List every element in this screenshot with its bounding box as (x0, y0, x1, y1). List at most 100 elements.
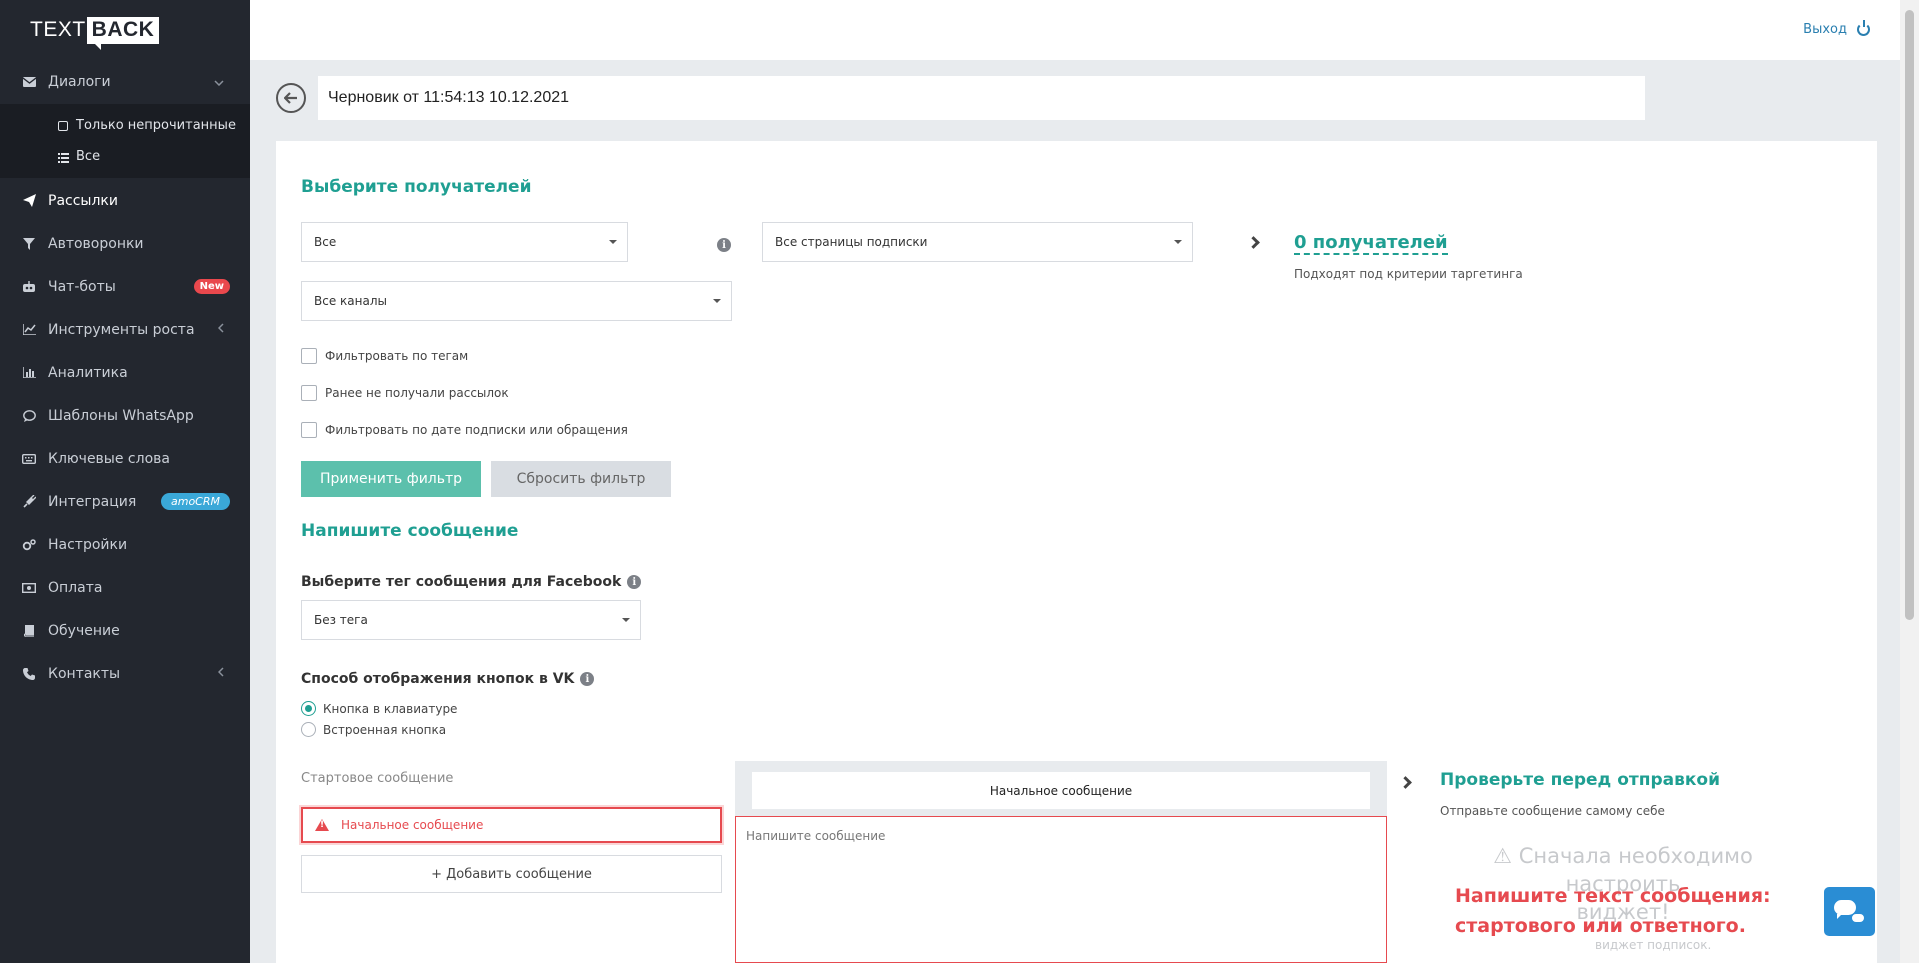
checkbox-label: Ранее не получали рассылок (325, 386, 509, 400)
robot-icon (22, 280, 36, 294)
info-icon[interactable]: i (580, 672, 595, 686)
logo-text-right: BACK (86, 16, 160, 50)
chevron-down-icon (214, 76, 224, 89)
validation-note: Напишите текст сообщения: стартового или… (1455, 881, 1771, 941)
reset-filter-button[interactable]: Сбросить фильтр (491, 461, 671, 497)
caret-down-icon (622, 618, 630, 622)
topbar: Выход (250, 0, 1900, 60)
sidebar-item-autofunnels[interactable]: Автоворонки (0, 222, 250, 265)
sidebar-item-label: Шаблоны WhatsApp (48, 407, 194, 424)
fb-tag-label: Выберите тег сообщения для Facebook i (301, 574, 642, 590)
sidebar-item-settings[interactable]: Настройки (0, 523, 250, 566)
radio-label: Кнопка в клавиатуре (323, 701, 458, 716)
draft-title-input[interactable] (318, 76, 1645, 120)
caret-down-icon (1174, 240, 1182, 244)
sidebar-item-label: Обучение (48, 622, 120, 639)
initial-message-item[interactable]: Начальное сообщение (301, 807, 722, 843)
vk-inline-radio[interactable]: Встроенная кнопка (301, 722, 446, 737)
preview-heading: Проверьте перед отправкой (1440, 770, 1721, 790)
sidebar-item-label: Рассылки (48, 192, 118, 209)
envelope-icon (22, 75, 36, 89)
message-textarea[interactable]: Напишите сообщение (735, 816, 1387, 963)
paper-plane-icon (22, 194, 36, 208)
line-chart-icon (22, 323, 36, 337)
sidebar-item-label: Аналитика (48, 364, 128, 381)
recipients-heading: Выберите получателей (301, 177, 532, 197)
sidebar-subitem-all[interactable]: Все (0, 141, 250, 172)
checkbox[interactable] (301, 422, 317, 438)
preview-subheading: Отправьте сообщение самому себе (1440, 804, 1665, 818)
fb-tag-select[interactable]: Без тега (301, 600, 641, 640)
sidebar-item-whatsapp-templates[interactable]: Шаблоны WhatsApp (0, 394, 250, 437)
support-chat-button[interactable] (1824, 887, 1875, 936)
sidebar-subitem-label: Только непрочитанные (76, 118, 236, 133)
apply-filter-button[interactable]: Применить фильтр (301, 461, 481, 497)
info-icon[interactable]: i (627, 575, 642, 589)
sidebar-item-contacts[interactable]: Контакты (0, 652, 250, 695)
filter-date-checkbox[interactable]: Фильтровать по дате подписки или обращен… (301, 422, 628, 438)
never-received-checkbox[interactable]: Ранее не получали рассылок (301, 385, 509, 401)
sidebar-item-label: Автоворонки (48, 235, 144, 252)
chevron-right-icon (1247, 236, 1260, 249)
sidebar-item-chatbots[interactable]: Чат-боты New (0, 265, 250, 308)
radio-unchecked[interactable] (301, 722, 316, 737)
phone-icon (22, 667, 36, 681)
sidebar-item-label: Интеграция (48, 493, 137, 510)
sidebar-item-mailings[interactable]: Рассылки (0, 179, 250, 222)
subscription-pages-select[interactable]: Все страницы подписки (762, 222, 1193, 262)
radio-checked[interactable] (301, 701, 316, 716)
add-message-button[interactable]: + Добавить сообщение (301, 855, 722, 893)
scrollbar-thumb[interactable] (1905, 10, 1914, 620)
radio-label: Встроенная кнопка (323, 722, 447, 737)
vk-keyboard-radio[interactable]: Кнопка в клавиатуре (301, 701, 457, 716)
sidebar-item-label: Ключевые слова (48, 450, 170, 467)
vk-buttons-label: Способ отображения кнопок в VK i (301, 671, 595, 687)
arrow-left-icon (284, 92, 297, 104)
sidebar-item-label: Чат-боты (48, 278, 116, 295)
logo[interactable]: TEXT BACK (0, 0, 250, 60)
sidebar-item-label: Оплата (48, 579, 103, 596)
checkbox[interactable] (301, 385, 317, 401)
caret-down-icon (609, 240, 617, 244)
sidebar-item-dialogs[interactable]: Диалоги (0, 60, 250, 104)
sidebar-item-integration[interactable]: Интеграция amoCRM (0, 480, 250, 523)
sidebar-subitem-unread[interactable]: Только непрочитанные (0, 110, 250, 141)
audience-select-value: Все (314, 235, 337, 249)
pages-select-value: Все страницы подписки (775, 235, 928, 249)
sidebar-item-keywords[interactable]: Ключевые слова (0, 437, 250, 480)
editor-tab-initial[interactable]: Начальное сообщение (752, 772, 1370, 809)
channels-select-value: Все каналы (314, 294, 387, 308)
audience-select[interactable]: Все (301, 222, 628, 262)
list-icon (58, 152, 69, 163)
checkbox[interactable] (301, 348, 317, 364)
logout-button[interactable]: Выход (1803, 20, 1870, 37)
fb-tag-label-text: Выберите тег сообщения для Facebook (301, 574, 622, 590)
sidebar-item-analytics[interactable]: Аналитика (0, 351, 250, 394)
filter-tags-checkbox[interactable]: Фильтровать по тегам (301, 348, 468, 364)
sidebar-item-growth-tools[interactable]: Инструменты роста (0, 308, 250, 351)
recipients-count-link[interactable]: 0 получателей (1294, 233, 1448, 255)
chevron-right-icon (1399, 776, 1412, 789)
money-icon (22, 581, 36, 595)
mailing-card: Выберите получателей Все i Все страницы … (276, 141, 1877, 963)
recipients-count-note: Подходят под критерии таргетинга (1294, 267, 1523, 281)
sidebar-subitem-label: Все (76, 149, 101, 164)
back-button[interactable] (276, 83, 306, 113)
logo-text: TEXT BACK (30, 16, 160, 50)
comment-icon (22, 409, 36, 423)
checkbox-label: Фильтровать по дате подписки или обращен… (325, 423, 628, 437)
square-icon (58, 120, 68, 131)
page-scrollbar[interactable] (1900, 0, 1919, 963)
channels-select[interactable]: Все каналы (301, 281, 732, 321)
message-heading: Напишите сообщение (301, 521, 519, 541)
sidebar-item-payment[interactable]: Оплата (0, 566, 250, 609)
dialogs-subnav: Только непрочитанные Все (0, 104, 250, 178)
power-icon (1857, 20, 1870, 36)
fb-tag-select-value: Без тега (314, 613, 368, 627)
warning-icon: ⚠ (1493, 844, 1513, 868)
sidebar-item-learning[interactable]: Обучение (0, 609, 250, 652)
sidebar-item-label: Инструменты роста (48, 321, 195, 338)
sidebar-item-label: Диалоги (48, 74, 111, 90)
sidebar-item-label: Настройки (48, 536, 128, 553)
info-icon[interactable]: i (717, 238, 731, 252)
